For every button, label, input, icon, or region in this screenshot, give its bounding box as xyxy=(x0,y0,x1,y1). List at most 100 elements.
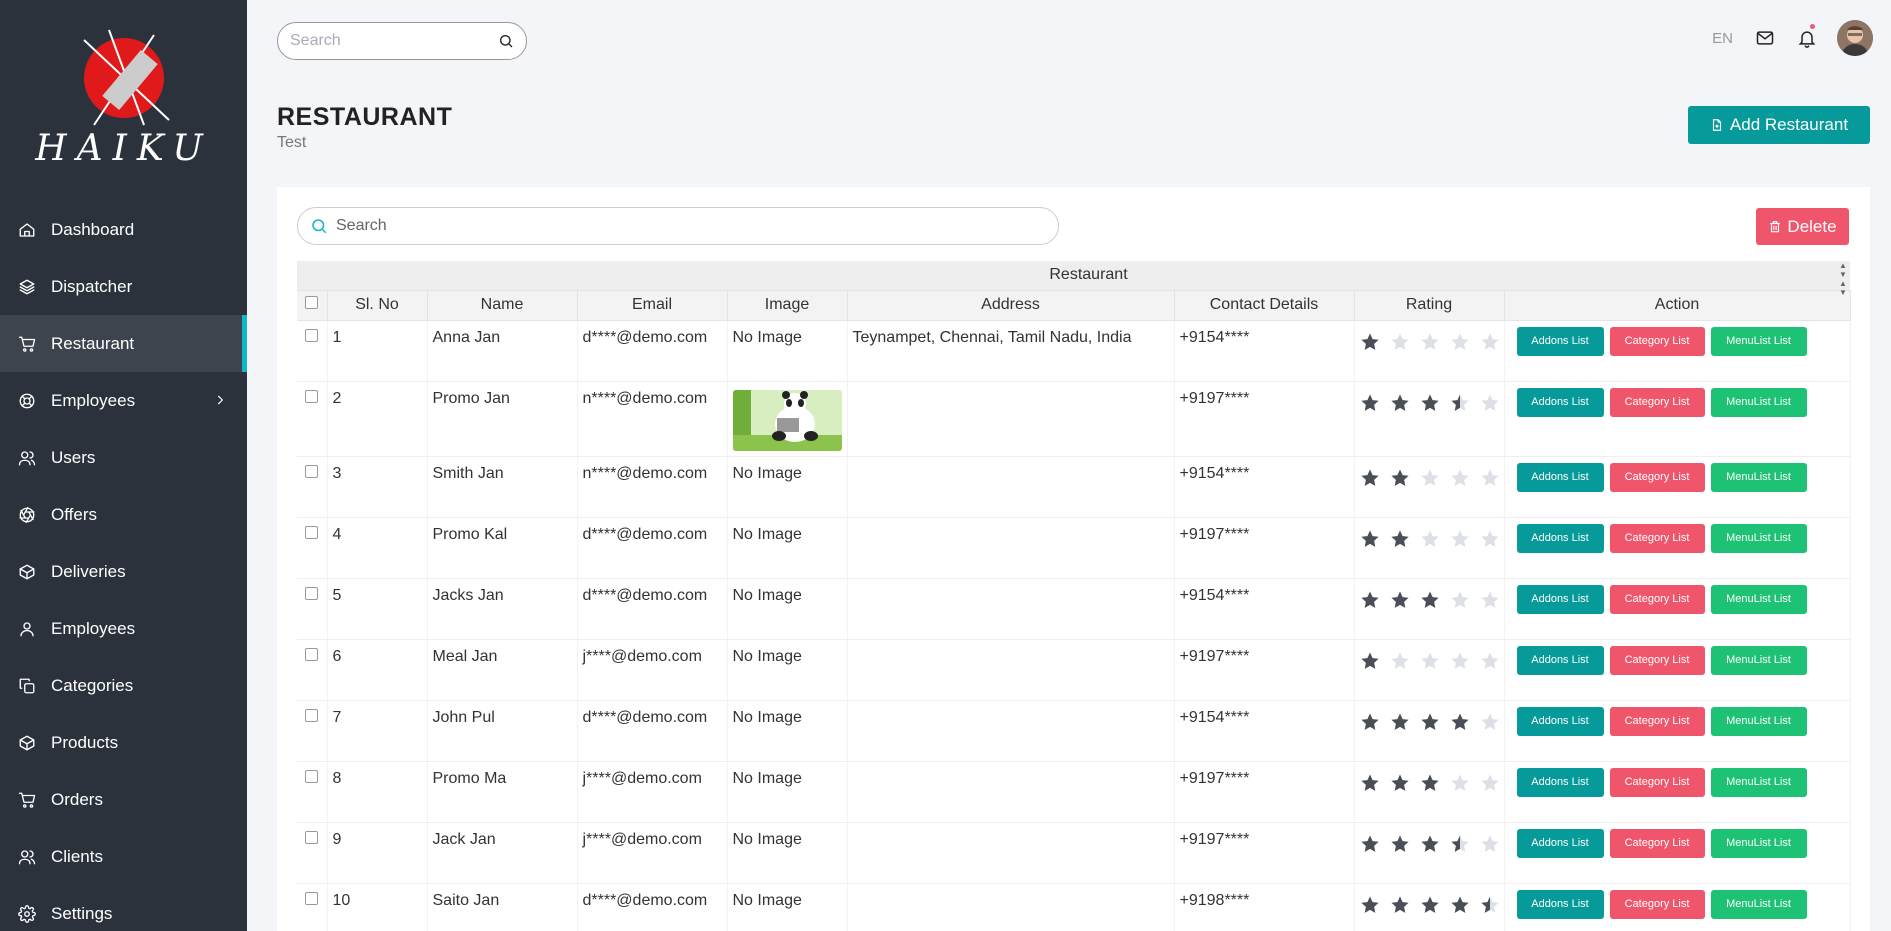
row-select-cell[interactable] xyxy=(297,381,328,457)
sidebar-item-settings[interactable]: Settings xyxy=(0,885,247,931)
addons-list-button[interactable]: Addons List xyxy=(1516,828,1604,858)
category-list-button[interactable]: Category List xyxy=(1609,706,1705,736)
select-all-checkbox[interactable] xyxy=(305,296,319,309)
sidebar-item-deliveries[interactable]: Deliveries xyxy=(0,543,247,600)
category-list-button[interactable]: Category List xyxy=(1609,326,1705,356)
column-header-rating[interactable]: Rating xyxy=(1354,290,1505,321)
addons-list-button[interactable]: Addons List xyxy=(1516,387,1604,417)
star-icon xyxy=(1390,773,1410,793)
category-list-button[interactable]: Category List xyxy=(1609,523,1705,553)
row-checkbox[interactable] xyxy=(305,830,318,844)
table-search-input[interactable] xyxy=(336,217,1046,235)
sidebar-item-dashboard[interactable]: Dashboard xyxy=(0,201,247,258)
menulist-list-button[interactable]: MenuList List xyxy=(1710,584,1807,614)
row-select-cell[interactable] xyxy=(297,883,328,931)
table-row[interactable]: 10 Saito Jan d****@demo.com No Image +9198**… xyxy=(297,883,1851,931)
column-header-contact-details[interactable]: Contact Details xyxy=(1174,290,1355,321)
delete-button[interactable]: Delete xyxy=(1756,208,1849,245)
addons-list-button[interactable]: Addons List xyxy=(1516,584,1604,614)
menulist-list-button[interactable]: MenuList List xyxy=(1710,523,1807,553)
menulist-list-button[interactable]: MenuList List xyxy=(1710,889,1807,919)
menulist-list-button[interactable]: MenuList List xyxy=(1710,462,1807,492)
row-checkbox[interactable] xyxy=(305,464,318,478)
haiku-logo[interactable]: HAIKU xyxy=(14,20,234,169)
addons-list-button[interactable]: Addons List xyxy=(1516,326,1604,356)
row-checkbox[interactable] xyxy=(305,389,318,403)
row-checkbox[interactable] xyxy=(305,525,318,539)
sidebar-item-restaurant[interactable]: Restaurant xyxy=(0,315,247,372)
row-select-cell[interactable] xyxy=(297,761,328,823)
table-row[interactable]: 6 Meal Jan j****@demo.com No Image +9197****… xyxy=(297,639,1851,701)
addons-list-button[interactable]: Addons List xyxy=(1516,767,1604,797)
restaurant-thumbnail[interactable] xyxy=(732,389,842,451)
select-all-cell[interactable] xyxy=(297,290,328,321)
column-header-name[interactable]: Name xyxy=(427,290,578,321)
menulist-list-button[interactable]: MenuList List xyxy=(1710,645,1807,675)
addons-list-button[interactable]: Addons List xyxy=(1516,523,1604,553)
category-list-button[interactable]: Category List xyxy=(1609,584,1705,614)
table-row[interactable]: 7 John Pul d****@demo.com No Image +9154****… xyxy=(297,700,1851,762)
table-row[interactable]: 5 Jacks Jan d****@demo.com No Image +9154***… xyxy=(297,578,1851,640)
table-row[interactable]: 4 Promo Kal d****@demo.com No Image +9197***… xyxy=(297,517,1851,579)
row-checkbox[interactable] xyxy=(305,891,318,905)
table-row[interactable]: 1 Anna Jan d****@demo.com No Image Teynampet… xyxy=(297,320,1851,382)
menulist-list-button[interactable]: MenuList List xyxy=(1710,387,1807,417)
table-row[interactable]: 2 Promo Jan n****@demo.com +9197**** Addons … xyxy=(297,381,1851,457)
sidebar-item-employees[interactable]: Employees xyxy=(0,372,247,429)
sidebar-item-clients[interactable]: Clients xyxy=(0,828,247,885)
row-select-cell[interactable] xyxy=(297,639,328,701)
table-row[interactable]: 8 Promo Ma j****@demo.com No Image +9197****… xyxy=(297,761,1851,823)
row-checkbox[interactable] xyxy=(305,586,318,600)
addons-list-button[interactable]: Addons List xyxy=(1516,889,1604,919)
category-list-button[interactable]: Category List xyxy=(1609,645,1705,675)
addons-list-button[interactable]: Addons List xyxy=(1516,706,1604,736)
search-icon[interactable] xyxy=(498,33,514,49)
sidebar-item-products[interactable]: Products xyxy=(0,714,247,771)
sidebar-item-categories[interactable]: Categories xyxy=(0,657,247,714)
row-select-cell[interactable] xyxy=(297,517,328,579)
column-header-address[interactable]: Address xyxy=(847,290,1175,321)
language-selector[interactable]: EN xyxy=(1712,30,1733,47)
row-select-cell[interactable] xyxy=(297,456,328,518)
row-checkbox[interactable] xyxy=(305,708,318,722)
table-row[interactable]: 3 Smith Jan n****@demo.com No Image +9154***… xyxy=(297,456,1851,518)
addons-list-button[interactable]: Addons List xyxy=(1516,645,1604,675)
row-select-cell[interactable] xyxy=(297,320,328,382)
menulist-list-button[interactable]: MenuList List xyxy=(1710,706,1807,736)
sidebar-item-employees[interactable]: Employees xyxy=(0,600,247,657)
row-checkbox[interactable] xyxy=(305,769,318,783)
column-header-image[interactable]: Image xyxy=(727,290,848,321)
sidebar-item-orders[interactable]: Orders xyxy=(0,771,247,828)
row-select-cell[interactable] xyxy=(297,700,328,762)
add-restaurant-button[interactable]: Add Restaurant xyxy=(1688,106,1870,144)
addons-list-button[interactable]: Addons List xyxy=(1516,462,1604,492)
column-header-action[interactable]: Action xyxy=(1504,290,1851,321)
category-list-button[interactable]: Category List xyxy=(1609,387,1705,417)
category-list-button[interactable]: Category List xyxy=(1609,767,1705,797)
table-scroll-arrows[interactable]: ▲ ▼ ▲ ▼ xyxy=(1836,261,1850,321)
sl-no-cell-text: 9 xyxy=(332,830,342,848)
table-row[interactable]: 9 Jack Jan j****@demo.com No Image +9197****… xyxy=(297,822,1851,884)
menulist-list-button[interactable]: MenuList List xyxy=(1710,828,1807,858)
top-search-box[interactable] xyxy=(277,22,527,60)
category-list-button[interactable]: Category List xyxy=(1609,462,1705,492)
top-search-input[interactable] xyxy=(290,32,498,50)
row-checkbox[interactable] xyxy=(305,328,318,342)
sidebar-item-users[interactable]: Users xyxy=(0,429,247,486)
category-list-button[interactable]: Category List xyxy=(1609,828,1705,858)
column-header-sl-no[interactable]: Sl. No xyxy=(327,290,428,321)
menulist-list-button[interactable]: MenuList List xyxy=(1710,767,1807,797)
category-list-button[interactable]: Category List xyxy=(1609,889,1705,919)
bell-icon[interactable] xyxy=(1795,24,1819,50)
sidebar-item-offers[interactable]: Offers xyxy=(0,486,247,543)
row-select-cell[interactable] xyxy=(297,822,328,884)
row-checkbox[interactable] xyxy=(305,647,318,661)
star-icon xyxy=(1420,393,1440,413)
column-header-email[interactable]: Email xyxy=(577,290,728,321)
user-avatar[interactable] xyxy=(1837,20,1873,56)
table-search-box[interactable] xyxy=(297,207,1059,245)
sidebar-item-dispatcher[interactable]: Dispatcher xyxy=(0,258,247,315)
mail-icon[interactable] xyxy=(1753,26,1777,50)
row-select-cell[interactable] xyxy=(297,578,328,640)
menulist-list-button[interactable]: MenuList List xyxy=(1710,326,1807,356)
